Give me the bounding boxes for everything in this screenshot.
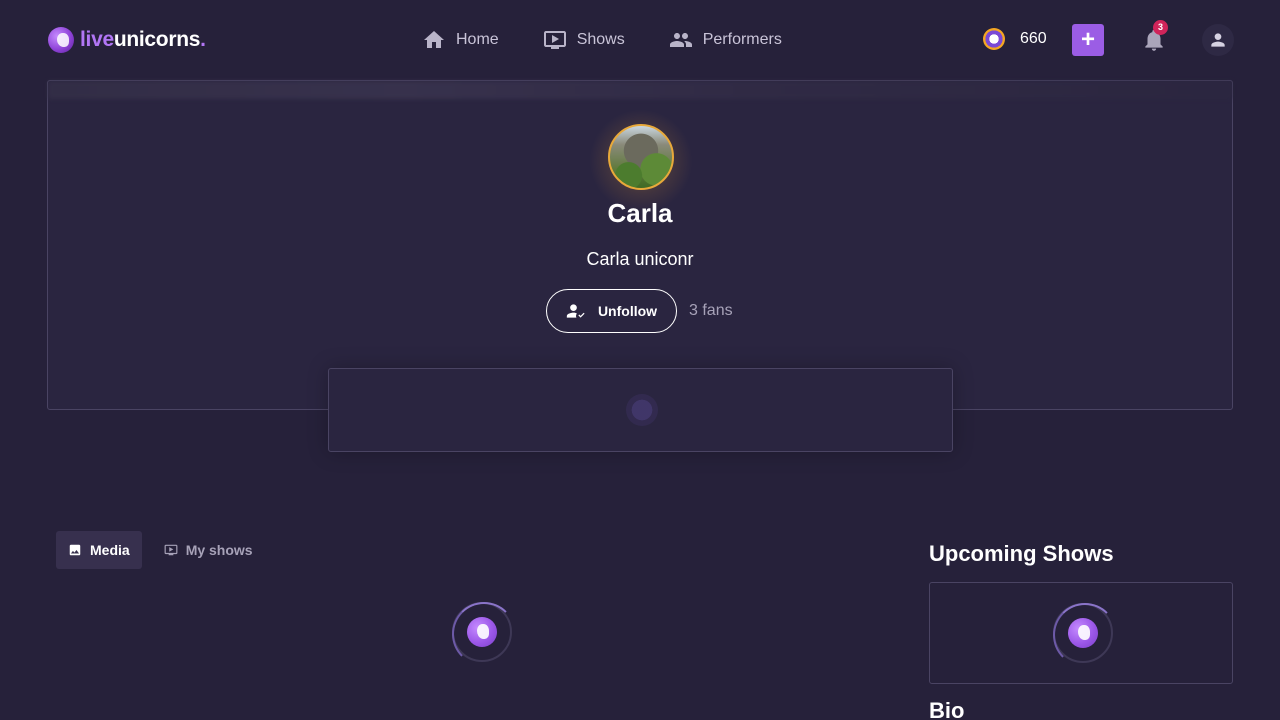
tab-media[interactable]: Media bbox=[56, 531, 142, 569]
top-navbar: liveunicorns. Home Shows Performers 660 … bbox=[0, 0, 1280, 80]
follow-row: Unfollow 3 fans bbox=[546, 289, 733, 333]
fans-count: 3 fans bbox=[689, 302, 733, 319]
nav-performers[interactable]: Performers bbox=[669, 28, 782, 52]
tab-media-label: Media bbox=[90, 542, 130, 558]
profile-name: Carla bbox=[607, 198, 673, 228]
nav-shows[interactable]: Shows bbox=[543, 28, 625, 52]
upcoming-shows-heading: Upcoming Shows bbox=[929, 541, 1114, 566]
home-icon bbox=[424, 31, 444, 48]
upcoming-shows-panel bbox=[929, 582, 1233, 684]
tv-icon bbox=[543, 31, 566, 49]
page: liveunicorns. Home Shows Performers 660 … bbox=[0, 0, 1280, 720]
logo-text-live: live bbox=[80, 28, 114, 51]
bio-heading: Bio bbox=[929, 698, 965, 720]
tab-my-shows-label: My shows bbox=[185, 542, 253, 558]
main-nav: Home Shows Performers bbox=[422, 26, 826, 54]
coin-balance[interactable]: 660 bbox=[983, 28, 1047, 50]
media-loading-spinner bbox=[452, 602, 516, 666]
live-status-panel bbox=[328, 368, 953, 452]
unfollow-button[interactable]: Unfollow bbox=[546, 289, 677, 333]
profile-avatar bbox=[608, 124, 674, 190]
unicorn-spinner-icon bbox=[467, 617, 497, 647]
profile-header-card: Carla Carla uniconr Unfollow 3 fans bbox=[47, 80, 1233, 410]
unicorn-spinner-icon bbox=[1068, 618, 1098, 648]
add-coins-button[interactable]: + bbox=[1072, 24, 1104, 56]
unicorn-logo-icon bbox=[48, 27, 74, 53]
profile-handle: Carla uniconr bbox=[586, 249, 694, 269]
image-icon bbox=[69, 544, 81, 556]
tab-my-shows[interactable]: My shows bbox=[152, 531, 265, 569]
tv-icon bbox=[164, 544, 178, 556]
user-menu-button[interactable] bbox=[1202, 24, 1234, 56]
notification-badge: 3 bbox=[1153, 20, 1168, 35]
logo-text-dot: . bbox=[200, 28, 206, 51]
coin-count: 660 bbox=[1020, 30, 1047, 47]
cover-image bbox=[48, 81, 1232, 99]
nav-home[interactable]: Home bbox=[422, 28, 499, 52]
nav-home-label: Home bbox=[456, 31, 499, 48]
nav-shows-label: Shows bbox=[576, 31, 625, 48]
nav-performers-label: Performers bbox=[702, 31, 782, 48]
site-logo[interactable]: liveunicorns. bbox=[48, 27, 206, 53]
unfollow-label: Unfollow bbox=[597, 303, 658, 319]
coin-icon bbox=[983, 28, 1005, 50]
upcoming-loading-spinner bbox=[1053, 603, 1117, 667]
people-icon bbox=[669, 33, 692, 47]
user-icon bbox=[1211, 33, 1225, 47]
logo-text: liveunicorns. bbox=[80, 28, 206, 52]
loading-spinner-icon bbox=[626, 394, 658, 426]
person-check-icon bbox=[566, 304, 585, 318]
profile-tabs: Media My shows bbox=[56, 531, 265, 569]
notifications-button[interactable]: 3 bbox=[1141, 20, 1168, 53]
logo-text-unicorns: unicorns bbox=[113, 28, 201, 51]
